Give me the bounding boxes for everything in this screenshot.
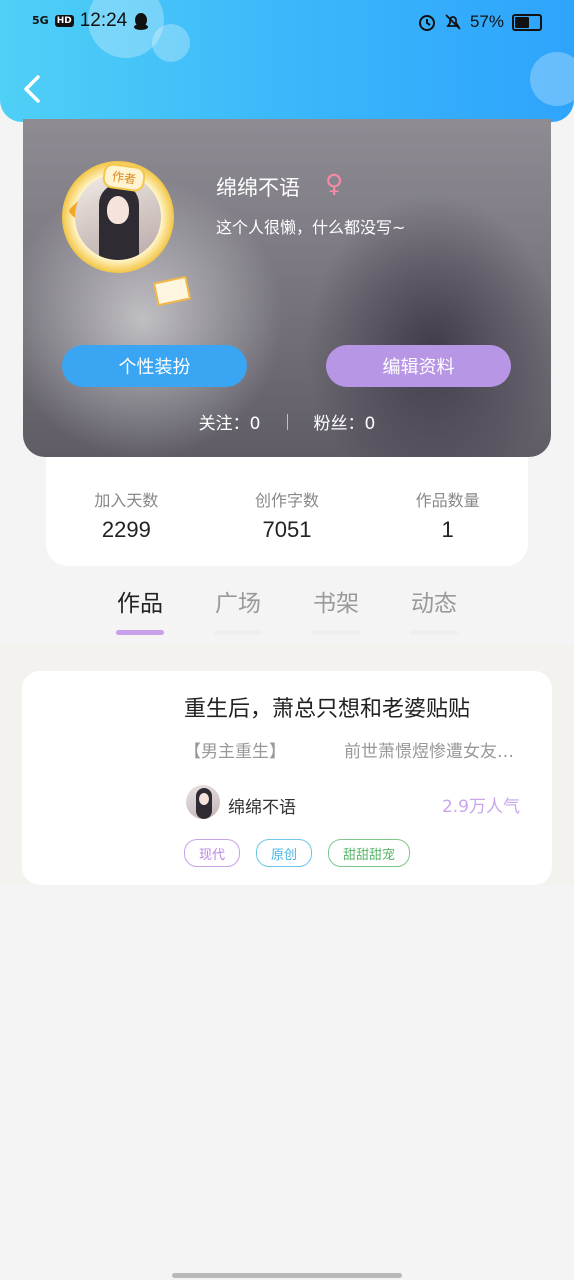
qq-icon [134, 13, 149, 30]
author-avatar [186, 785, 220, 819]
edit-profile-button[interactable]: 编辑资料 [326, 345, 511, 387]
stat-works-count: 作品数量 1 [367, 457, 528, 566]
back-button[interactable] [18, 72, 48, 106]
stat-label: 作品数量 [415, 491, 480, 510]
home-indicator[interactable] [172, 1273, 402, 1278]
profile-card: 作者 绵绵不语 ♀ 这个人很懒，什么都没写~ 个性装扮 编辑资料 关注：0 粉丝… [23, 119, 551, 457]
follow-stats: 关注：0 粉丝：0 [23, 409, 551, 434]
user-bio: 这个人很懒，什么都没写~ [216, 218, 406, 237]
tab-label: 动态 [411, 591, 457, 617]
tab-works[interactable]: 作品 [110, 584, 170, 635]
tab-bookshelf[interactable]: 书架 [306, 584, 366, 635]
followers-count[interactable]: 粉丝：0 [314, 409, 376, 434]
user-name: 绵绵不语 [216, 176, 300, 200]
stat-label: 加入天数 [94, 491, 159, 510]
stat-value: 2299 [101, 517, 151, 542]
header-background: 5G HD 12:24 57% [0, 0, 574, 122]
tab-label: 作品 [117, 591, 163, 617]
stat-value: 7051 [262, 517, 312, 542]
genre-chip[interactable]: 原创 [256, 839, 313, 867]
chevron-left-icon [24, 75, 40, 103]
work-card[interactable]: 重生后，萧总只想和老婆贴贴 【男主重生】 前世萧憬煜惨遭女友… 绵绵不语 2.9… [22, 671, 552, 885]
signal-icon: 5G [32, 14, 49, 27]
decor-bubble [530, 52, 574, 106]
tab-square[interactable]: 广场 [208, 584, 268, 635]
hd-icon: HD [54, 15, 74, 27]
battery-percent: 57% [469, 12, 504, 31]
tab-label: 广场 [215, 591, 261, 617]
stat-word-count: 创作字数 7051 [207, 457, 368, 566]
genre-chip[interactable]: 现代 [184, 839, 241, 867]
female-icon: ♀ [325, 169, 344, 198]
stat-join-days: 加入天数 2299 [46, 457, 207, 566]
stat-label: 创作字数 [255, 491, 320, 510]
tab-underline [116, 630, 164, 635]
following-count[interactable]: 关注：0 [199, 409, 261, 434]
tab-activity[interactable]: 动态 [404, 584, 464, 635]
mute-bell-icon [445, 14, 461, 30]
work-description: 前世萧憬煜惨遭女友… [344, 742, 514, 762]
genre-chip[interactable]: 甜甜甜宠 [328, 839, 411, 867]
book-icon [152, 275, 192, 307]
author-name: 绵绵不语 [228, 798, 296, 818]
dress-up-button[interactable]: 个性装扮 [62, 345, 247, 387]
clock-time: 12:24 [79, 10, 128, 31]
battery-icon [512, 13, 542, 31]
tab-underline [410, 630, 458, 635]
stat-value: 1 [441, 517, 454, 542]
status-bar: 5G HD 12:24 57% [0, 0, 574, 44]
stats-card: 加入天数 2299 创作字数 7051 作品数量 1 [46, 457, 528, 566]
work-tag: 【男主重生】 [184, 742, 286, 762]
work-title[interactable]: 重生后，萧总只想和老婆贴贴 [184, 691, 470, 723]
alarm-icon [418, 15, 435, 31]
divider [286, 413, 288, 430]
popularity-count: 2.9万人气 [441, 797, 520, 817]
tab-bar: 作品 广场 书架 动态 [0, 584, 574, 640]
tab-underline [214, 630, 262, 635]
tab-label: 书架 [313, 591, 359, 617]
tab-underline [312, 630, 360, 635]
